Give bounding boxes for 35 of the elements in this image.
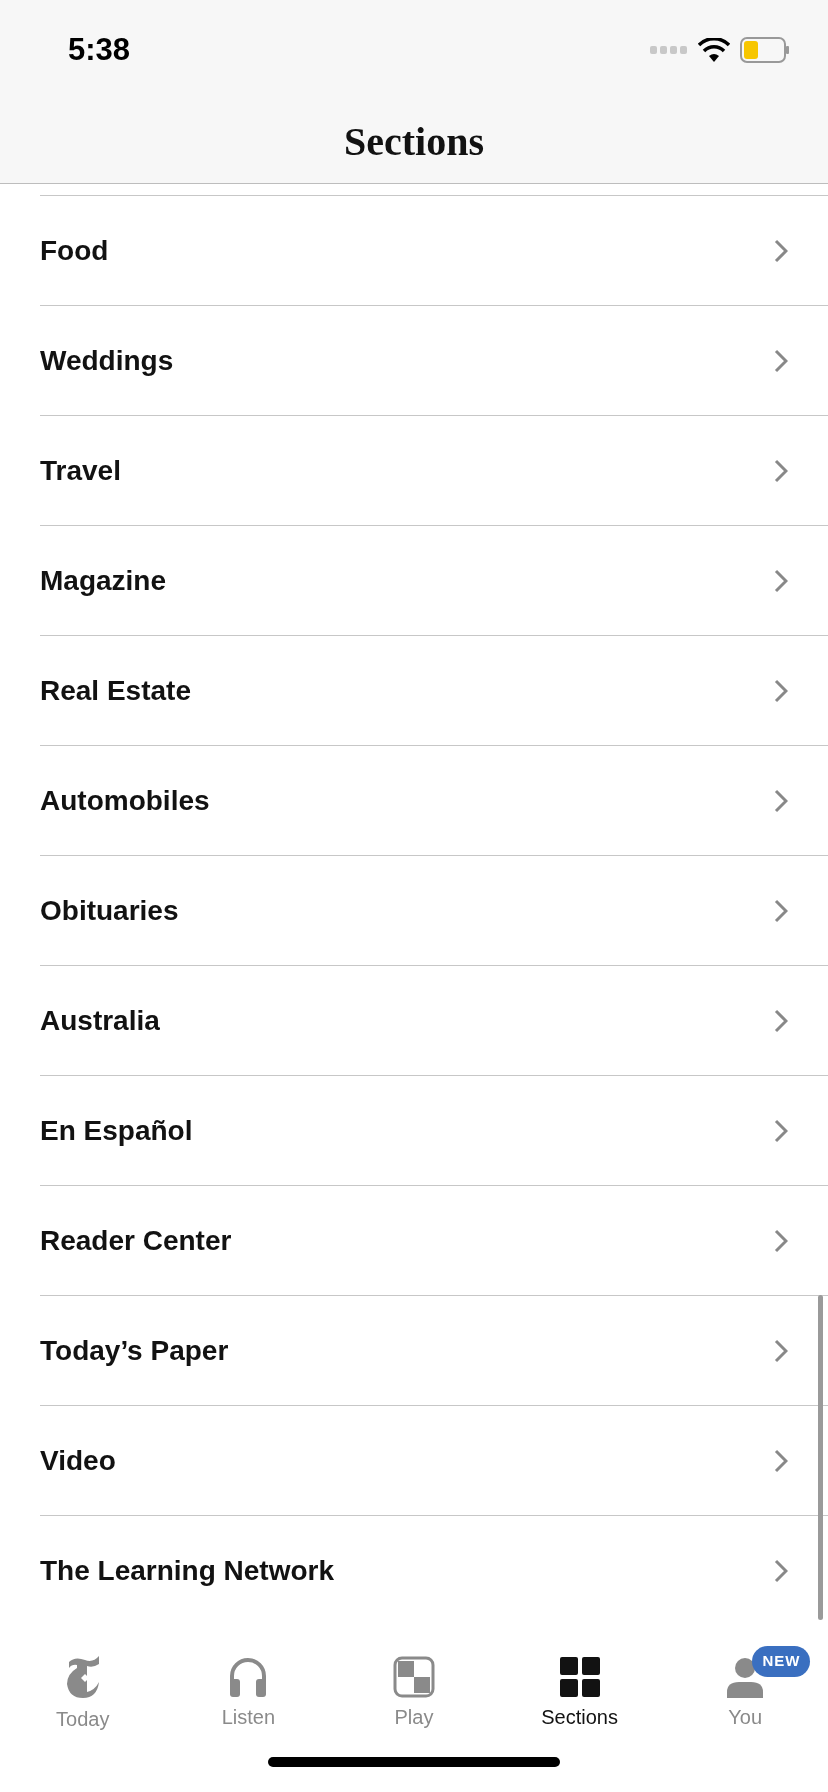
section-row[interactable]: Travel	[40, 416, 828, 526]
chevron-right-icon	[774, 1118, 788, 1143]
chevron-right-icon	[774, 898, 788, 923]
chevron-right-icon	[774, 458, 788, 483]
chevron-right-icon	[774, 1448, 788, 1473]
section-row[interactable]: Automobiles	[40, 746, 828, 856]
new-badge: NEW	[752, 1646, 811, 1677]
chevron-right-icon	[774, 1338, 788, 1363]
signal-icon	[650, 45, 688, 55]
tab-button[interactable]: Play	[389, 1654, 439, 1732]
chevron-right-icon	[774, 1228, 788, 1253]
section-row[interactable]: En Español	[40, 1076, 828, 1186]
battery-icon	[740, 37, 790, 63]
section-row[interactable]: Magazine	[40, 526, 828, 636]
chevron-right-icon	[774, 1558, 788, 1583]
chevron-right-icon	[774, 678, 788, 703]
chevron-right-icon	[774, 788, 788, 813]
chevron-right-icon	[774, 568, 788, 593]
tab-button[interactable]: Listen	[217, 1654, 280, 1732]
tab-button[interactable]: Today	[52, 1654, 114, 1732]
section-row[interactable]: Reader Center	[40, 1186, 828, 1296]
puzzle-grid-icon	[393, 1656, 435, 1698]
tab-button[interactable]: Sections	[537, 1654, 622, 1732]
status-time: 5:38	[68, 30, 131, 69]
section-row[interactable]: Real Estate	[40, 636, 828, 746]
section-row[interactable]: Weddings	[40, 306, 828, 416]
wifi-icon	[698, 38, 730, 62]
chevron-right-icon	[774, 238, 788, 263]
section-row[interactable]: Obituaries	[40, 856, 828, 966]
section-row[interactable]: Australia	[40, 966, 828, 1076]
page-title: Sections	[344, 117, 484, 166]
grid-icon	[558, 1656, 601, 1698]
chevron-right-icon	[774, 1008, 788, 1033]
chevron-right-icon	[774, 348, 788, 373]
section-row[interactable]: Food	[40, 196, 828, 306]
